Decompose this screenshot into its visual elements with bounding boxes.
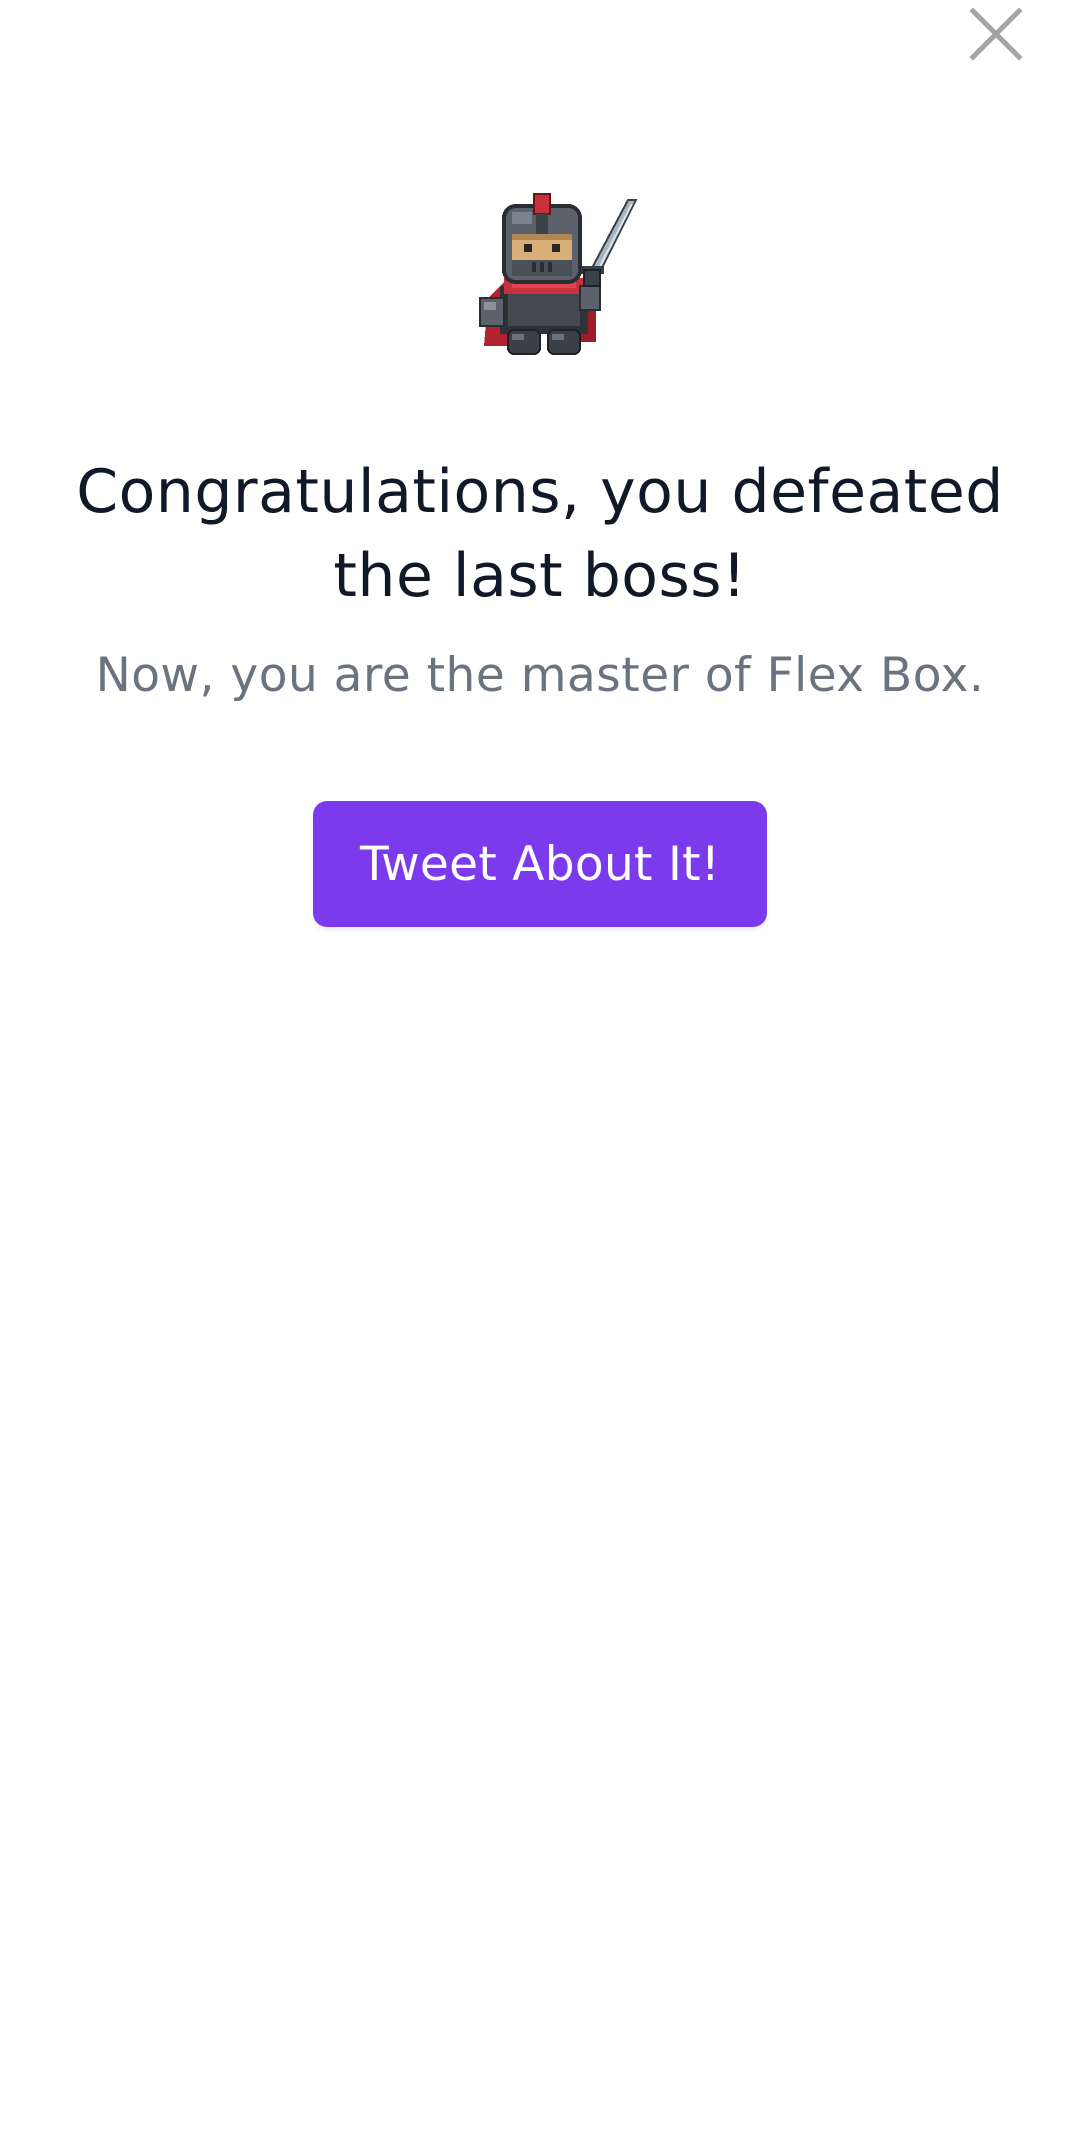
page-title: Congratulations, you defeated the last b… <box>76 457 1004 611</box>
subtitle: Now, you are the master of Flex Box. <box>95 648 985 703</box>
close-button[interactable] <box>966 4 1026 64</box>
close-icon <box>969 7 1023 61</box>
hero-image <box>460 182 660 364</box>
tweet-button[interactable]: Tweet About It! <box>313 801 767 927</box>
pixel-knight-icon <box>479 193 638 355</box>
